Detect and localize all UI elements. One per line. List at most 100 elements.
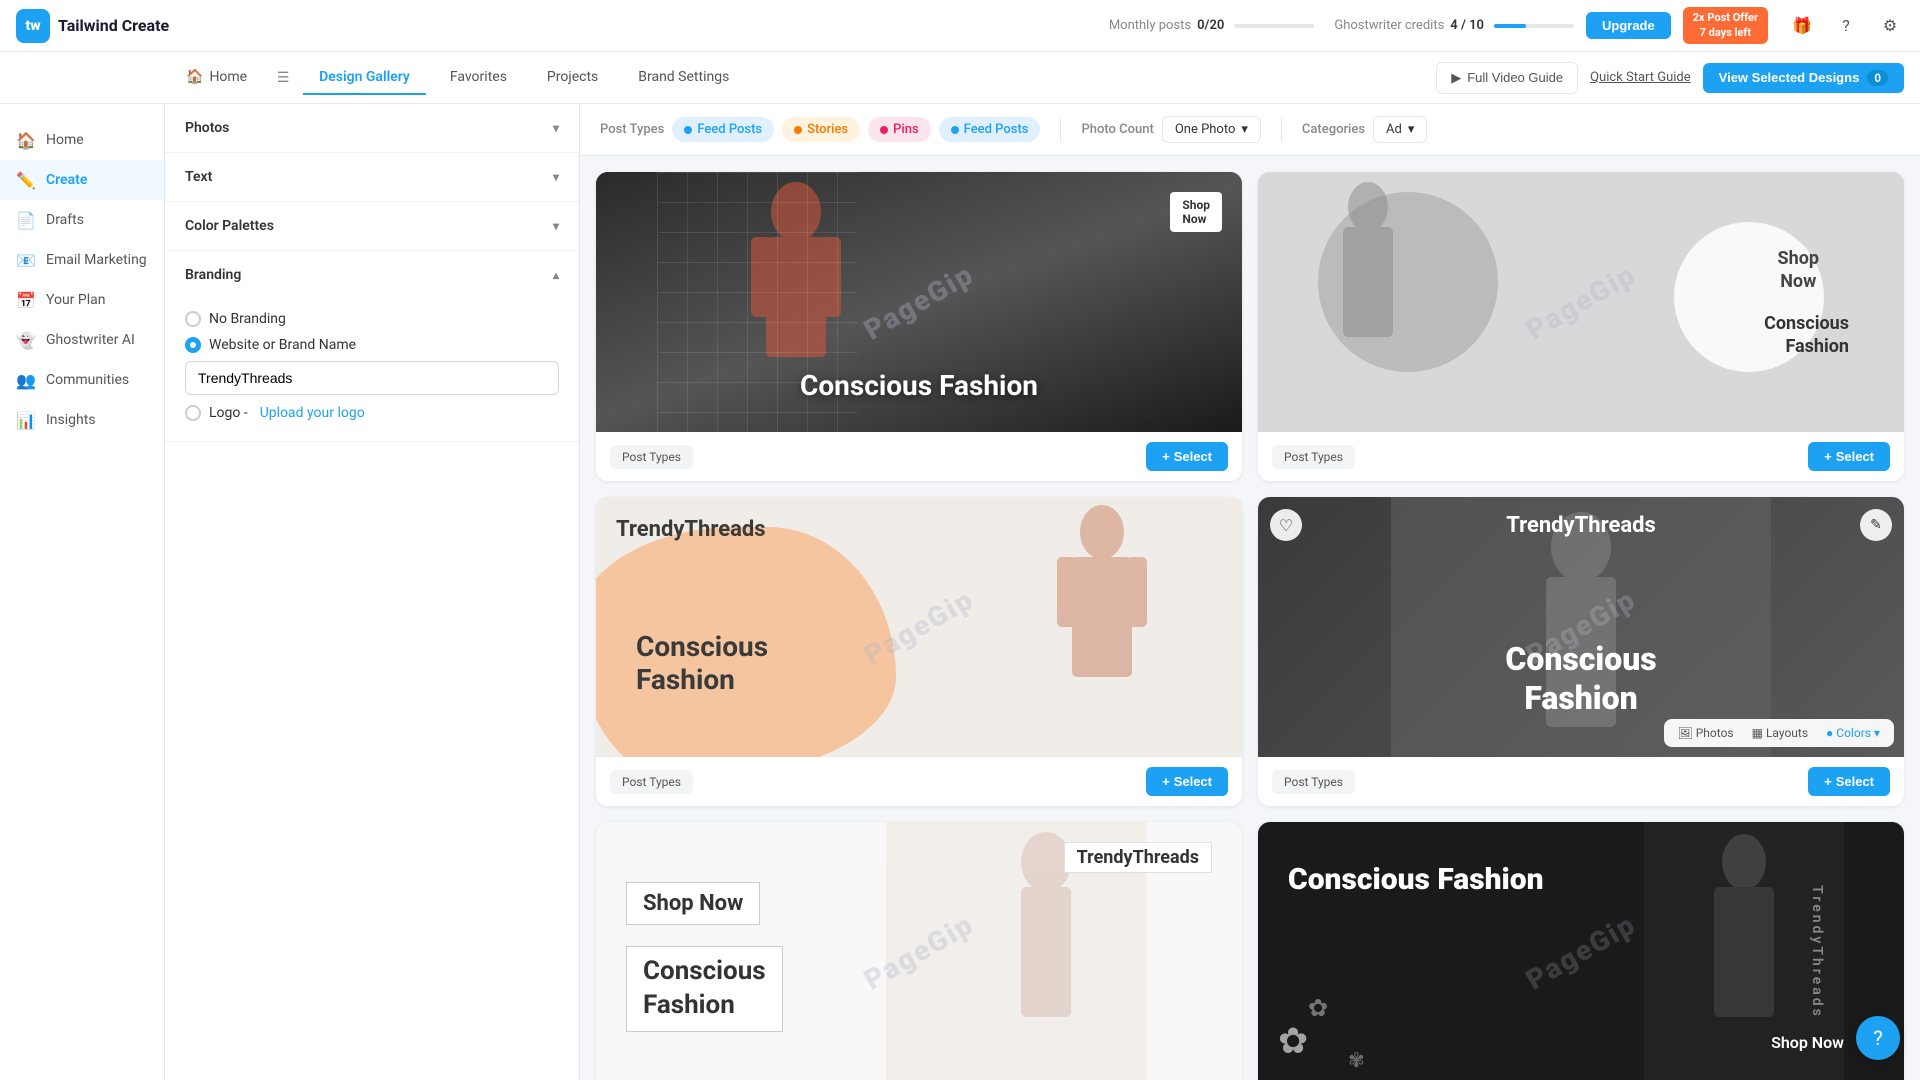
sidebar-drafts-label: Drafts xyxy=(46,212,84,228)
nav-brand-settings-label: Brand Settings xyxy=(638,69,729,85)
colors-tool-icon: ● xyxy=(1826,726,1833,740)
sidebar-item-your-plan[interactable]: 📅 Your Plan xyxy=(0,280,164,320)
color-palettes-filter-label: Color Palettes xyxy=(185,218,274,234)
card4-heart-button[interactable]: ♡ xyxy=(1270,509,1302,541)
text-filter-header[interactable]: Text ▾ xyxy=(165,153,579,201)
sidebar-item-communities[interactable]: 👥 Communities xyxy=(0,360,164,400)
sidebar-home-label: Home xyxy=(46,132,84,148)
app-title: Tailwind Create xyxy=(58,16,169,35)
filter-section-branding: Branding ▴ No Branding Website or Brand … xyxy=(165,251,579,442)
filter-divider-2 xyxy=(1281,118,1282,142)
card2-shop-now: ShopNow xyxy=(1778,247,1819,294)
card6-background: ✿ ✿ ✾ TrendyThreads Conscious Fashion Sh… xyxy=(1258,822,1904,1080)
topbar: tw Tailwind Create Monthly posts 0/20 Gh… xyxy=(0,0,1920,52)
filter-tag-pins[interactable]: Pins xyxy=(868,117,931,142)
quick-start-guide-button[interactable]: Quick Start Guide xyxy=(1590,70,1691,85)
sidebar-item-insights[interactable]: 📊 Insights xyxy=(0,400,164,440)
settings-icon[interactable]: ⚙ xyxy=(1876,12,1904,40)
nav-menu-icon[interactable]: ☰ xyxy=(271,66,295,90)
feed-posts-1-dot xyxy=(684,126,692,134)
stories-label: Stories xyxy=(807,122,848,137)
website-brand-name-radio[interactable]: Website or Brand Name xyxy=(185,337,559,353)
card4-edit-button[interactable]: ✎ xyxy=(1860,509,1892,541)
help-bubble[interactable]: ? xyxy=(1856,1016,1900,1060)
nav-item-brand-settings[interactable]: Brand Settings xyxy=(622,61,745,95)
card4-post-types[interactable]: Post Types xyxy=(1272,770,1355,794)
nav-item-design-gallery[interactable]: Design Gallery xyxy=(303,61,426,95)
photo-count-select[interactable]: One Photo ▾ xyxy=(1162,116,1261,143)
app-logo[interactable]: tw Tailwind Create xyxy=(16,9,169,43)
sidebar-email-label: Email Marketing xyxy=(46,252,147,268)
ghostwriter-credits-label: Ghostwriter credits xyxy=(1334,18,1444,33)
card2-post-types[interactable]: Post Types xyxy=(1272,445,1355,469)
filter-section-color-palettes: Color Palettes ▾ xyxy=(165,202,579,251)
card6-flower-3: ✾ xyxy=(1348,1048,1365,1072)
card3-select-button[interactable]: + Select xyxy=(1146,767,1228,796)
help-icon[interactable]: ? xyxy=(1832,12,1860,40)
layouts-tool[interactable]: ▦ Layouts xyxy=(1746,723,1814,743)
website-brand-radio-circle xyxy=(185,337,201,353)
sidebar-item-ghostwriter-ai[interactable]: 👻 Ghostwriter AI xyxy=(0,320,164,360)
upload-logo-link[interactable]: Upload your logo xyxy=(260,405,365,421)
design-card-1-footer: Post Types + Select xyxy=(596,432,1242,481)
filter-tag-feed-posts-2[interactable]: Feed Posts xyxy=(939,117,1041,142)
branding-filter-header[interactable]: Branding ▴ xyxy=(165,251,579,299)
sidebar-insights-label: Insights xyxy=(46,412,96,428)
photos-tool[interactable]: 🖼 Photos xyxy=(1672,723,1740,743)
categories-value: Ad xyxy=(1386,122,1402,137)
card4-select-button[interactable]: + Select xyxy=(1808,767,1890,796)
stories-dot xyxy=(794,126,802,134)
logo-label: Logo - xyxy=(209,405,248,421)
logo-radio[interactable]: Logo - Upload your logo xyxy=(185,405,559,421)
design-card-4-footer: Post Types + Select xyxy=(1258,757,1904,806)
filter-bar: Post Types Feed Posts Stories Pins Feed … xyxy=(580,104,1920,156)
photos-tool-label: Photos xyxy=(1696,726,1734,740)
post-types-label: Post Types xyxy=(600,122,664,137)
brand-name-input[interactable] xyxy=(185,361,559,395)
card4-plus-icon: + xyxy=(1824,774,1832,789)
card5-shop-now: Shop Now xyxy=(626,882,760,925)
card3-select-label: Select xyxy=(1174,774,1212,789)
design-card-5: TrendyThreads Shop Now ConsciousFashion … xyxy=(596,822,1242,1080)
card2-select-button[interactable]: + Select xyxy=(1808,442,1890,471)
branding-filter-content: No Branding Website or Brand Name Logo -… xyxy=(165,299,579,441)
branding-filter-label: Branding xyxy=(185,267,241,283)
colors-tool[interactable]: ● Colors ▾ xyxy=(1820,723,1886,743)
filter-tag-stories[interactable]: Stories xyxy=(782,117,860,142)
card2-headline: ConsciousFashion xyxy=(1764,312,1849,359)
no-branding-radio[interactable]: No Branding xyxy=(185,311,559,327)
full-video-guide-button[interactable]: ▶ Full Video Guide xyxy=(1436,62,1578,94)
sidebar: 🏠 Home ✏️ Create 📄 Drafts 📧 Email Market… xyxy=(0,104,165,1080)
filter-panel: Photos ▾ Text ▾ Color Palettes ▾ Brandin… xyxy=(165,104,580,1080)
color-palettes-filter-header[interactable]: Color Palettes ▾ xyxy=(165,202,579,250)
no-branding-label: No Branding xyxy=(209,311,286,327)
nav-item-favorites[interactable]: Favorites xyxy=(434,61,523,95)
photo-count-label: Photo Count xyxy=(1081,122,1153,137)
sidebar-item-home[interactable]: 🏠 Home xyxy=(0,120,164,160)
card3-post-types[interactable]: Post Types xyxy=(610,770,693,794)
view-selected-designs-button[interactable]: View Selected Designs 0 xyxy=(1703,63,1904,93)
card2-background: ShopNow ConsciousFashion xyxy=(1258,172,1904,432)
post-offer-line2: 7 days left xyxy=(1693,26,1758,40)
upgrade-button[interactable]: Upgrade xyxy=(1586,12,1671,39)
design-card-3-footer: Post Types + Select xyxy=(596,757,1242,806)
card3-brand: TrendyThreads xyxy=(616,517,766,542)
card1-post-types[interactable]: Post Types xyxy=(610,445,693,469)
categories-select[interactable]: Ad ▾ xyxy=(1373,116,1427,143)
card1-headline: Conscious Fashion xyxy=(800,369,1038,402)
video-guide-label: Full Video Guide xyxy=(1467,70,1563,85)
filter-tag-feed-posts-1[interactable]: Feed Posts xyxy=(672,117,774,142)
card1-select-button[interactable]: + Select xyxy=(1146,442,1228,471)
card1-background: ShopNow Conscious Fashion xyxy=(596,172,1242,432)
sidebar-item-email-marketing[interactable]: 📧 Email Marketing xyxy=(0,240,164,280)
nav-item-projects[interactable]: Projects xyxy=(531,61,614,95)
filter-section-photos: Photos ▾ xyxy=(165,104,579,153)
nav-item-home[interactable]: 🏠 Home xyxy=(170,61,263,95)
photos-filter-header[interactable]: Photos ▾ xyxy=(165,104,579,152)
card4-select-label: Select xyxy=(1836,774,1874,789)
ghostwriter-credits-stat: Ghostwriter credits 4 / 10 xyxy=(1334,18,1574,33)
sidebar-item-drafts[interactable]: 📄 Drafts xyxy=(0,200,164,240)
card5-background: TrendyThreads Shop Now ConsciousFashion xyxy=(596,822,1242,1080)
gift-icon[interactable]: 🎁 xyxy=(1788,12,1816,40)
sidebar-item-create[interactable]: ✏️ Create xyxy=(0,160,164,200)
